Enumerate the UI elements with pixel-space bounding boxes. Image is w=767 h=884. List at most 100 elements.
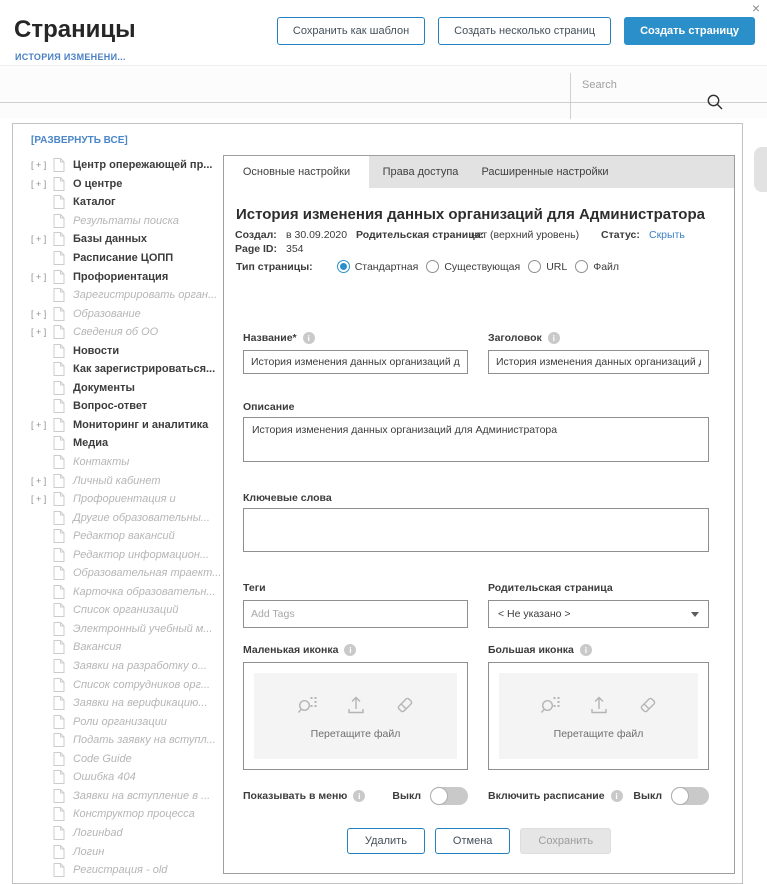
- page-type-option[interactable]: URL: [528, 260, 567, 273]
- tree-item[interactable]: [ + ] Образование: [31, 304, 221, 323]
- save-button[interactable]: Сохранить: [520, 828, 611, 854]
- tree-item[interactable]: Документы: [31, 379, 221, 398]
- upload-icon[interactable]: [345, 693, 367, 715]
- big-icon-dropzone[interactable]: Перетащите файл: [488, 662, 709, 770]
- tree-item[interactable]: Каталог: [31, 193, 221, 212]
- page-subtitle-breadcrumb[interactable]: ИСТОРИЯ ИЗМЕНЕНИ...: [15, 52, 126, 62]
- scrollbar-thumb[interactable]: [754, 147, 767, 192]
- info-icon[interactable]: [580, 644, 592, 656]
- info-icon[interactable]: [611, 790, 623, 802]
- tree-item[interactable]: [ + ] Личный кабинет: [31, 471, 221, 490]
- document-icon: [53, 622, 65, 636]
- tree-item-label: Профориентация: [73, 271, 168, 283]
- tab-advanced-settings[interactable]: Расширенные настройки: [472, 156, 618, 188]
- name-input[interactable]: [243, 350, 468, 374]
- small-icon-dropzone[interactable]: Перетащите файл: [243, 662, 468, 770]
- expand-plus-icon[interactable]: [ + ]: [31, 494, 53, 504]
- expand-plus-icon[interactable]: [ + ]: [31, 234, 53, 244]
- tree-item[interactable]: Зарегистрировать орган...: [31, 286, 221, 305]
- expand-plus-icon[interactable]: [ + ]: [31, 272, 53, 282]
- description-textarea[interactable]: История изменения данных организаций для…: [243, 417, 709, 462]
- tree-item[interactable]: Медиа: [31, 434, 221, 453]
- document-icon: [53, 789, 65, 803]
- form-actions: Удалить Отмена Сохранить: [224, 828, 734, 854]
- tree-item[interactable]: [ + ] Сведения об ОО: [31, 323, 221, 342]
- info-icon[interactable]: [344, 644, 356, 656]
- tree-item[interactable]: Как зарегистрироваться...: [31, 360, 221, 379]
- tree-item[interactable]: [ + ] О центре: [31, 175, 221, 194]
- enable-schedule-toggle[interactable]: [671, 787, 709, 805]
- tree-item[interactable]: [ + ] Мониторинг и аналитика: [31, 416, 221, 435]
- tree-item[interactable]: [ + ] Базы данных: [31, 230, 221, 249]
- tree-item[interactable]: Список сотрудников орг...: [31, 675, 221, 694]
- tree-item-label: Новости: [73, 345, 119, 357]
- radio-icon: [575, 260, 588, 273]
- create-multiple-pages-button[interactable]: Создать несколько страниц: [438, 17, 611, 45]
- expand-plus-icon[interactable]: [ + ]: [31, 179, 53, 189]
- parent-page-select[interactable]: < Не указано >: [488, 600, 709, 628]
- tags-input[interactable]: [243, 600, 468, 628]
- expand-plus-icon[interactable]: [ + ]: [31, 160, 53, 170]
- info-icon[interactable]: [303, 332, 315, 344]
- image-preview-icon[interactable]: [539, 693, 561, 715]
- keywords-textarea[interactable]: [243, 508, 709, 552]
- header-buttons: Сохранить как шаблон Создать несколько с…: [277, 17, 755, 45]
- tree-item[interactable]: Ошибка 404: [31, 768, 221, 787]
- expand-plus-icon[interactable]: [ + ]: [31, 476, 53, 486]
- expand-plus-icon[interactable]: [ + ]: [31, 327, 53, 337]
- status-hide-link[interactable]: Скрыть: [649, 229, 685, 241]
- tree-item[interactable]: Карточка образовательн...: [31, 583, 221, 602]
- info-icon[interactable]: [353, 790, 365, 802]
- tree-item[interactable]: Вопрос-ответ: [31, 397, 221, 416]
- tree-item[interactable]: Регистрация - old: [31, 861, 221, 880]
- tree-item[interactable]: Редактор информацион...: [31, 545, 221, 564]
- tree-item-label: Логинbad: [73, 827, 123, 839]
- tree-item[interactable]: Конструктор процесса: [31, 805, 221, 824]
- tree-item[interactable]: [ + ] Профориентация и: [31, 490, 221, 509]
- tree-item[interactable]: [ + ] Профориентация: [31, 267, 221, 286]
- tree-item[interactable]: Подать заявку на вступл...: [31, 731, 221, 750]
- upload-icon[interactable]: [588, 693, 610, 715]
- tree-item[interactable]: Список организаций: [31, 601, 221, 620]
- tree-item[interactable]: Образовательная траект...: [31, 564, 221, 583]
- expand-plus-icon[interactable]: [ + ]: [31, 420, 53, 430]
- tree-item-label: Документы: [73, 382, 135, 394]
- cancel-button[interactable]: Отмена: [435, 828, 510, 854]
- delete-button[interactable]: Удалить: [347, 828, 425, 854]
- document-icon: [53, 418, 65, 432]
- create-page-button[interactable]: Создать страницу: [624, 17, 755, 45]
- show-in-menu-toggle[interactable]: [430, 787, 468, 805]
- tree-item[interactable]: Заявки на вступление в ...: [31, 787, 221, 806]
- tree-item[interactable]: Результаты поиска: [31, 212, 221, 231]
- tree-item[interactable]: Логин: [31, 842, 221, 861]
- tree-item[interactable]: [ + ] Центр опережающей пр...: [31, 156, 221, 175]
- tree-item[interactable]: Другие образовательны...: [31, 508, 221, 527]
- image-preview-icon[interactable]: [296, 693, 318, 715]
- expand-plus-icon[interactable]: [ + ]: [31, 309, 53, 319]
- tree-item[interactable]: Заявки на разработку о...: [31, 657, 221, 676]
- page-type-option[interactable]: Существующая: [426, 260, 520, 273]
- tab-access-rights[interactable]: Права доступа: [369, 156, 472, 188]
- eraser-icon[interactable]: [637, 693, 659, 715]
- tree-item[interactable]: Вакансия: [31, 638, 221, 657]
- tree-item[interactable]: Расписание ЦОПП: [31, 249, 221, 268]
- page-type-option[interactable]: Стандартная: [337, 260, 419, 273]
- tree-item[interactable]: Заявки на верификацию...: [31, 694, 221, 713]
- tree-item[interactable]: Новости: [31, 341, 221, 360]
- close-icon[interactable]: ×: [752, 0, 760, 16]
- tree-item[interactable]: Code Guide: [31, 750, 221, 769]
- page-type-option[interactable]: Файл: [575, 260, 619, 273]
- tree-item[interactable]: Контакты: [31, 453, 221, 472]
- info-icon[interactable]: [548, 332, 560, 344]
- eraser-icon[interactable]: [394, 693, 416, 715]
- tab-main-settings[interactable]: Основные настройки: [224, 156, 369, 188]
- tree-item[interactable]: Роли организации: [31, 712, 221, 731]
- search-input[interactable]: [582, 86, 700, 101]
- heading-input[interactable]: [488, 350, 709, 374]
- tree-item[interactable]: Логинbad: [31, 824, 221, 843]
- tree-item[interactable]: Электронный учебный м...: [31, 620, 221, 639]
- tree-item[interactable]: Редактор вакансий: [31, 527, 221, 546]
- expand-all-link[interactable]: [РАЗВЕРНУТЬ ВСЕ]: [31, 135, 128, 146]
- save-as-template-button[interactable]: Сохранить как шаблон: [277, 17, 425, 45]
- search-icon[interactable]: [706, 93, 724, 111]
